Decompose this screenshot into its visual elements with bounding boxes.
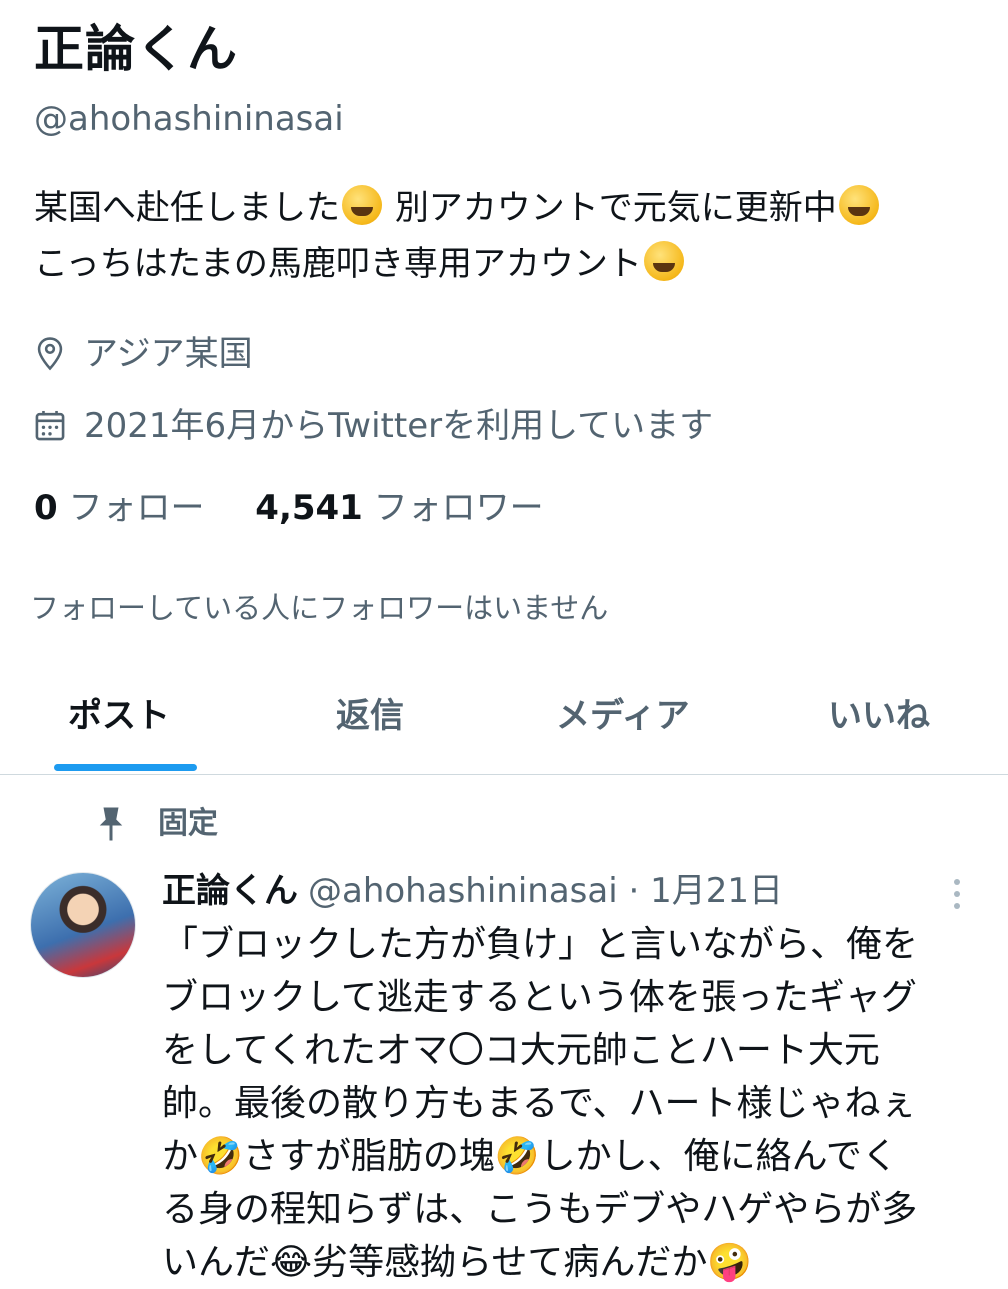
profile-joined: 2021年6月からTwitterを利用しています: [34, 404, 713, 448]
bio-line-1-b: 別アカウントで元気に更新中: [394, 188, 837, 228]
tweet-handle-date[interactable]: @ahohashininasai · 1月21日: [308, 871, 783, 911]
followers-count: 4,541: [255, 488, 363, 528]
active-tab-indicator: [54, 764, 197, 771]
tweet-header: 正論くん @ahohashininasai · 1月21日: [162, 868, 783, 914]
pinned-indicator: 固定: [96, 804, 218, 844]
tweet-text: 「ブロックした方が負け」と言いながら、俺を ブロックして逃走するという体を張った…: [162, 918, 972, 1289]
tweet-author-name[interactable]: 正論くん: [162, 871, 298, 911]
bio-line-2-text: こっちはたまの馬鹿叩き専用アカウント: [34, 244, 642, 284]
profile-location: アジア某国: [34, 332, 253, 376]
following-label: フォロー: [68, 488, 205, 528]
tab-likes[interactable]: いいね: [828, 694, 930, 738]
bio-line-1-a: 某国へ赴任しました: [34, 188, 340, 228]
followers-you-know-note[interactable]: フォローしている人にフォロワーはいません: [30, 588, 608, 628]
grinning-emoji-icon: [342, 185, 382, 225]
tab-posts[interactable]: ポスト: [68, 694, 170, 738]
following-link[interactable]: 0 フォロー: [34, 488, 204, 528]
bio-line-2: こっちはたまの馬鹿叩き専用アカウント: [34, 236, 994, 292]
more-vertical-icon[interactable]: [946, 874, 968, 918]
location-text: アジア某国: [84, 334, 253, 374]
followers-label: フォロワー: [373, 488, 544, 528]
tweet-line: いんだ😂劣等感拗らせて病んだか🤪: [162, 1242, 753, 1283]
laughing-emoji-icon: [643, 241, 684, 281]
tweet-line: ブロックして逃走するという体を張ったギャグ: [162, 977, 917, 1018]
profile-tabs: ポスト 返信 メディア いいね: [0, 680, 1008, 775]
pin-icon: [99, 807, 123, 841]
location-pin-icon: [37, 337, 63, 371]
followers-link[interactable]: 4,541 フォロワー: [255, 488, 543, 528]
tweet-line: 帥。最後の散り方もまるで、ハート様じゃねぇ: [162, 1083, 917, 1124]
tweet-line: る身の程知らずは、こうもデブやハゲやらが多: [162, 1189, 918, 1230]
pinned-label: 固定: [158, 806, 218, 841]
tweet-line: をしてくれたオマ〇コ大元帥ことハート大元: [162, 1030, 880, 1071]
tweet-line: か🤣さすが脂肪の塊🤣しかし、俺に絡んでく: [162, 1136, 898, 1177]
profile-name: 正論くん: [34, 20, 238, 78]
tweet-line: 「ブロックした方が負け」と言いながら、俺を: [162, 924, 919, 965]
joined-text: 2021年6月からTwitterを利用しています: [84, 406, 714, 446]
profile-bio: 某国へ赴任しました 別アカウントで元気に更新中 こっちはたまの馬鹿叩き専用アカウ…: [34, 180, 994, 292]
bio-line-1: 某国へ赴任しました 別アカウントで元気に更新中: [34, 180, 994, 236]
following-count: 0: [34, 488, 58, 528]
profile-handle: @ahohashininasai: [34, 99, 344, 139]
grinning-emoji-icon: [838, 185, 879, 225]
tab-media[interactable]: メディア: [556, 694, 690, 738]
tab-replies[interactable]: 返信: [336, 694, 404, 738]
calendar-icon: [35, 410, 65, 441]
avatar[interactable]: [30, 872, 136, 978]
follow-stats: 0 フォロー 4,541 フォロワー: [34, 486, 544, 530]
